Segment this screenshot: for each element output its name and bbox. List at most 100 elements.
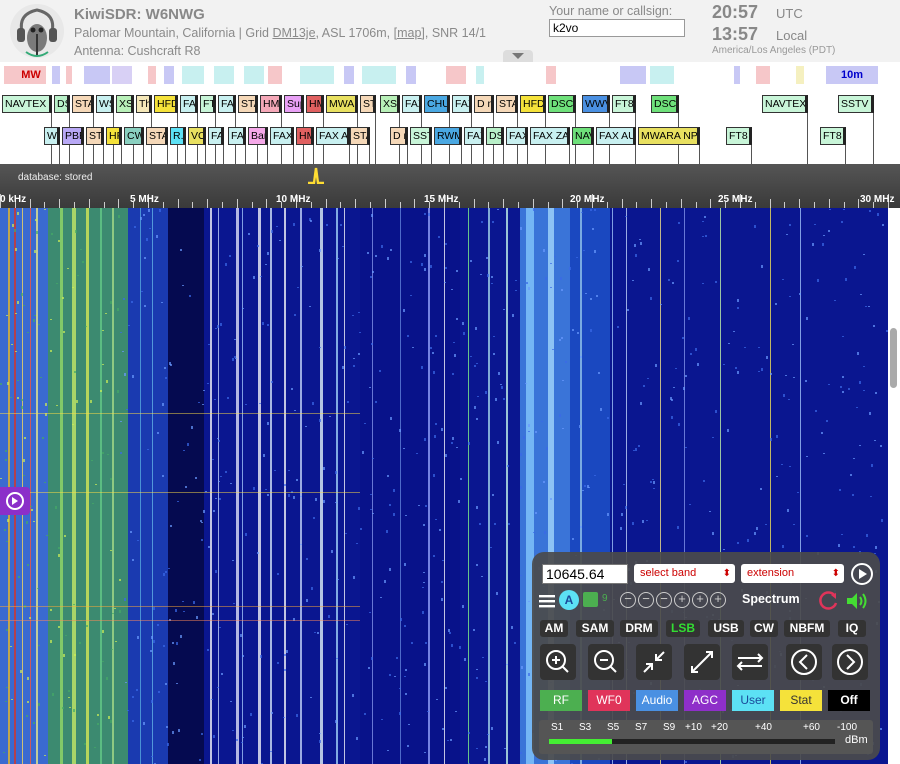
station-label[interactable]: NAVTEX — [762, 95, 808, 113]
band-segment[interactable] — [620, 66, 646, 84]
station-label[interactable]: STA — [86, 127, 104, 145]
mode-am-button[interactable]: AM — [540, 620, 568, 637]
station-label[interactable]: CHU — [424, 95, 450, 113]
station-label[interactable]: D m — [474, 95, 494, 113]
vertical-scrollbar[interactable] — [888, 208, 900, 764]
zoom-plus-icon[interactable]: + — [692, 592, 708, 608]
user-button[interactable]: User — [732, 690, 774, 711]
page-left-button[interactable] — [786, 644, 822, 680]
show-controls-play-icon[interactable] — [0, 487, 30, 515]
station-label[interactable]: FAX — [506, 127, 528, 145]
mode-lsb-button[interactable]: LSB — [666, 620, 700, 637]
page-right-button[interactable] — [832, 644, 868, 680]
station-label[interactable]: D m — [390, 127, 408, 145]
station-label[interactable]: WWV — [582, 95, 610, 113]
passband-marker-icon[interactable] — [306, 166, 326, 184]
zoom-plus-icon[interactable]: + — [674, 592, 690, 608]
zoom-minus-icon[interactable]: − — [638, 592, 654, 608]
band-segment[interactable] — [182, 66, 204, 84]
zoom-minus-icon[interactable]: − — [620, 592, 636, 608]
zoom-out-button[interactable] — [588, 644, 624, 680]
band-segment[interactable] — [476, 66, 484, 84]
station-label[interactable]: XSC — [116, 95, 134, 113]
station-label[interactable]: FAX A — [316, 127, 350, 145]
station-label[interactable]: PBE — [62, 127, 84, 145]
zoom-minus-icon[interactable]: − — [656, 592, 672, 608]
zoom-band-button[interactable] — [732, 644, 768, 680]
station-label[interactable]: DSC — [548, 95, 576, 113]
station-label[interactable]: DS — [486, 127, 504, 145]
a-button[interactable]: A — [559, 590, 579, 610]
band-segment[interactable] — [52, 66, 60, 84]
mode-iq-button[interactable]: IQ — [838, 620, 866, 637]
station-label[interactable]: FAX — [180, 95, 198, 113]
band-segment[interactable] — [756, 66, 770, 84]
station-label[interactable]: FAX — [270, 127, 294, 145]
station-label[interactable]: FT8 — [612, 95, 636, 113]
station-label[interactable]: FAX — [218, 95, 236, 113]
grid-link[interactable]: DM13je — [272, 26, 315, 40]
band-segment[interactable] — [112, 66, 132, 84]
station-label[interactable]: R. — [170, 127, 186, 145]
station-label[interactable]: DS — [54, 95, 70, 113]
station-label[interactable]: HFDL — [520, 95, 546, 113]
station-label[interactable]: WS — [44, 127, 60, 145]
station-label[interactable]: CW — [124, 127, 144, 145]
station-label[interactable]: FAX ZA — [530, 127, 570, 145]
wf0-button[interactable]: WF0 — [588, 690, 630, 711]
zoom-plus-icon[interactable]: + — [710, 592, 726, 608]
band-segment[interactable] — [148, 66, 156, 84]
band-bar[interactable]: MW 10m — [0, 62, 900, 88]
station-label[interactable]: FAX — [228, 127, 246, 145]
station-label[interactable]: STA — [238, 95, 258, 113]
station-label[interactable]: RWM — [434, 127, 462, 145]
station-label[interactable]: FT8 — [726, 127, 752, 145]
mode-usb-button[interactable]: USB — [708, 620, 744, 637]
station-label[interactable]: SSTV — [838, 95, 874, 113]
band-segment[interactable] — [362, 66, 396, 84]
station-label[interactable]: DSC — [651, 95, 679, 113]
station-label[interactable]: HMG — [260, 95, 282, 113]
play-circle-icon[interactable] — [850, 562, 874, 586]
mode-drm-button[interactable]: DRM — [620, 620, 658, 637]
station-label[interactable]: FT8 — [820, 127, 846, 145]
band-select[interactable]: select band — [634, 564, 735, 583]
station-label[interactable]: Sup — [284, 95, 304, 113]
station-label[interactable]: STA — [72, 95, 94, 113]
band-segment[interactable] — [796, 66, 804, 84]
frequency-input[interactable]: 10645.64 — [542, 564, 628, 584]
station-label[interactable]: Bar — [248, 127, 268, 145]
band-label-mw[interactable]: MW — [18, 68, 44, 83]
band-segment[interactable] — [406, 66, 416, 84]
zoom-max-in-button[interactable] — [636, 644, 672, 680]
station-label[interactable]: STA — [496, 95, 518, 113]
station-label[interactable]: MWAR — [326, 95, 358, 113]
agc-button[interactable]: AGC — [684, 690, 726, 711]
station-label[interactable]: MWARA NP — [638, 127, 700, 145]
mode-nbfm-button[interactable]: NBFM — [784, 620, 830, 637]
scrollbar-thumb[interactable] — [890, 328, 897, 388]
extension-select[interactable]: extension — [741, 564, 844, 583]
zoom-in-button[interactable] — [540, 644, 576, 680]
station-label[interactable]: FAX — [464, 127, 484, 145]
speaker-icon[interactable] — [845, 590, 869, 612]
station-label[interactable]: HFD — [154, 95, 178, 113]
band-segment[interactable] — [84, 66, 110, 84]
station-label[interactable]: FAX — [452, 95, 472, 113]
mode-cw-button[interactable]: CW — [750, 620, 778, 637]
station-label[interactable]: NAVTEX — [2, 95, 52, 113]
station-label[interactable]: XSC — [380, 95, 400, 113]
off-button[interactable]: Off — [828, 690, 870, 711]
frequency-scale[interactable]: database: stored 0 kHz 5 MHz 10 MHz 15 MHz 2… — [0, 164, 900, 208]
station-label[interactable]: Th — [136, 95, 152, 113]
station-label[interactable]: HM — [296, 127, 314, 145]
stat-button[interactable]: Stat — [780, 690, 822, 711]
collapse-top-bar-button[interactable] — [503, 50, 533, 62]
station-label[interactable]: HM — [306, 95, 324, 113]
rf-button[interactable]: RF — [540, 690, 582, 711]
map-link[interactable]: [map] — [394, 26, 425, 40]
station-label[interactable]: STA — [146, 127, 168, 145]
band-segment[interactable] — [446, 66, 466, 84]
band-label-10m[interactable]: 10m — [836, 68, 868, 83]
band-segment[interactable] — [300, 66, 334, 84]
